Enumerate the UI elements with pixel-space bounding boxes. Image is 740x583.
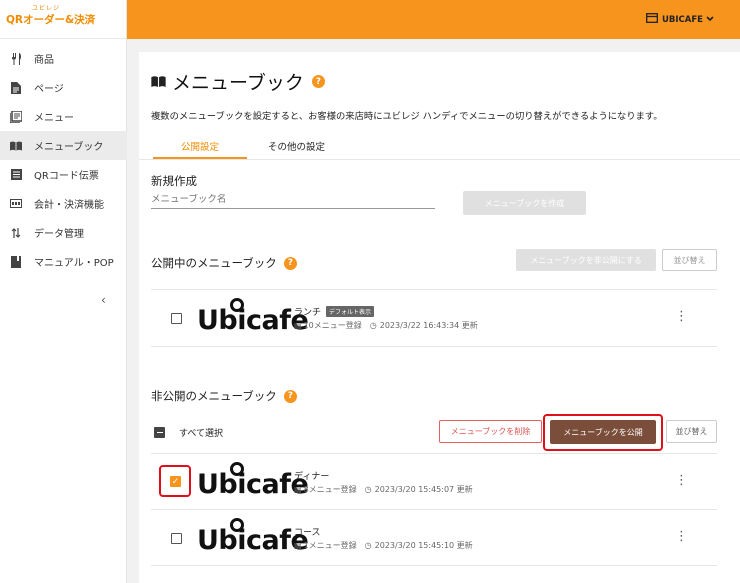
sort-published-button[interactable]: 並び替え <box>662 249 717 271</box>
store-icon <box>646 13 662 26</box>
sidebar: ユビレジ QRオーダー&決済 商品 ページ メニュー メニューブック QRコード… <box>0 0 127 583</box>
page-icon <box>10 81 22 94</box>
more-options-icon[interactable]: ⋮ <box>675 309 688 324</box>
help-icon[interactable]: ? <box>283 256 297 270</box>
row-name: コース <box>294 528 321 538</box>
sidebar-item-label: ページ <box>34 84 64 95</box>
sidebar-item-payment[interactable]: 会計・決済機能 <box>0 189 127 218</box>
sort-icon <box>10 227 22 239</box>
clock-icon: ◷ <box>364 541 372 550</box>
row-name: ランチ <box>294 308 322 318</box>
clock-icon: ◷ <box>369 321 377 330</box>
logo-main-text: QRオーダー&決済 <box>6 14 96 26</box>
updated-at: 2023/3/20 15:45:07 更新 <box>374 485 473 494</box>
sidebar-item-menu[interactable]: メニュー <box>0 102 127 131</box>
sidebar-item-manual[interactable]: マニュアル・POP <box>0 247 127 276</box>
menu-list-icon <box>10 110 22 123</box>
chevron-down-icon <box>706 15 718 25</box>
more-options-icon[interactable]: ⋮ <box>675 529 688 544</box>
list-item-unpublished-course[interactable]: Ubicafe コース ▤ 1メニュー登録 ◷ 2023/3/20 15:45:… <box>139 510 740 566</box>
unpublish-menubook-button[interactable]: メニューブックを非公開にする <box>516 249 656 271</box>
book-icon <box>10 140 22 152</box>
sort-unpublished-button[interactable]: 並び替え <box>666 420 717 443</box>
publish-button-highlight <box>543 414 663 451</box>
sidebar-item-menubook[interactable]: メニューブック <box>0 131 127 160</box>
manual-icon <box>10 255 22 268</box>
page-title-text: メニューブック <box>172 72 304 94</box>
ubicafe-logo: Ubicafe <box>197 518 309 556</box>
store-name: UBICAFE <box>662 14 703 25</box>
collapse-sidebar-button[interactable]: ‹ <box>101 293 106 307</box>
sidebar-item-label: メニューブック <box>34 142 104 153</box>
ubicafe-logo: Ubicafe <box>197 462 309 500</box>
published-heading-text: 公開中のメニューブック <box>151 256 277 270</box>
create-heading: 新規作成 <box>151 174 197 188</box>
book-icon: ▤ <box>294 485 302 494</box>
sidebar-item-qr-receipt[interactable]: QRコード伝票 <box>0 160 127 189</box>
menu-count: 1メニュー登録 <box>303 541 357 550</box>
row-name: ディナー <box>294 472 330 482</box>
row-title: ランチ デフォルト表示 <box>294 305 375 318</box>
row-meta: ▤ 1メニュー登録 ◷ 2023/3/20 15:45:10 更新 <box>294 540 473 551</box>
clock-icon: ◷ <box>364 485 372 494</box>
published-heading: 公開中のメニューブック ? <box>151 255 297 271</box>
sidebar-item-products[interactable]: 商品 <box>0 44 127 73</box>
select-all[interactable]: すべて選択 <box>154 426 223 439</box>
updated-at: 2023/3/22 16:43:34 更新 <box>379 321 478 330</box>
sidebar-item-data[interactable]: データ管理 <box>0 218 127 247</box>
divider <box>151 565 717 566</box>
more-options-icon[interactable]: ⋮ <box>675 473 688 488</box>
sidebar-item-label: データ管理 <box>34 229 84 240</box>
receipt-icon <box>10 169 22 181</box>
delete-menubook-button[interactable]: メニューブックを削除 <box>439 420 542 443</box>
tab-publish-settings[interactable]: 公開設定 <box>181 139 219 153</box>
help-icon[interactable]: ? <box>311 75 325 88</box>
menubook-name-input[interactable] <box>151 194 435 209</box>
row-meta: ▤ 8メニュー登録 ◷ 2023/3/20 15:45:07 更新 <box>294 484 473 495</box>
book-icon: ▤ <box>294 541 302 550</box>
create-menubook-button[interactable]: メニューブックを作成 <box>463 191 586 215</box>
default-badge: デフォルト表示 <box>326 306 375 317</box>
fork-knife-icon <box>10 52 22 65</box>
logo-small-text: ユビレジ <box>32 5 61 12</box>
sidebar-item-pages[interactable]: ページ <box>0 73 127 102</box>
select-all-label: すべて選択 <box>179 429 224 439</box>
list-item-published-lunch[interactable]: Ubicafe ランチ デフォルト表示 ▤ 10メニュー登録 ◷ 2023/3/… <box>139 290 740 346</box>
help-icon[interactable]: ? <box>283 389 297 403</box>
divider <box>151 346 717 347</box>
sidebar-item-label: メニュー <box>34 113 74 124</box>
unpublished-heading: 非公開のメニューブック ? <box>151 388 297 404</box>
list-item-unpublished-dinner[interactable]: ✓ Ubicafe ディナー ▤ 8メニュー登録 ◷ 2023/3/20 15:… <box>139 454 740 510</box>
book-icon: ▤ <box>294 321 302 330</box>
sidebar-item-label: QRコード伝票 <box>34 171 99 182</box>
main-card: メニューブック ? 複数のメニューブックを設定すると、お客様の来店時にユビレジ … <box>139 52 740 583</box>
menu-count: 8メニュー登録 <box>303 485 357 494</box>
page-description: 複数のメニューブックを設定すると、お客様の来店時にユビレジ ハンディでメニューの… <box>151 111 663 122</box>
tab-other-settings[interactable]: その他の設定 <box>268 139 325 153</box>
checkbox-highlight <box>159 465 191 497</box>
updated-at: 2023/3/20 15:45:10 更新 <box>374 541 473 550</box>
book-icon <box>151 76 166 87</box>
app-logo[interactable]: ユビレジ QRオーダー&決済 <box>0 0 126 39</box>
ubicafe-logo: Ubicafe <box>197 298 309 336</box>
row-meta: ▤ 10メニュー登録 ◷ 2023/3/22 16:43:34 更新 <box>294 320 478 331</box>
page-title: メニューブック ? <box>151 68 325 95</box>
top-header: UBICAFE <box>127 0 740 39</box>
sidebar-item-label: マニュアル・POP <box>34 258 114 269</box>
tabs-divider <box>139 159 740 160</box>
payment-icon <box>10 198 22 210</box>
sidebar-item-label: 商品 <box>34 55 54 66</box>
store-selector[interactable]: UBICAFE <box>646 13 718 26</box>
select-all-checkbox[interactable] <box>154 427 165 438</box>
menu-count: 10メニュー登録 <box>303 321 362 330</box>
sidebar-item-label: 会計・決済機能 <box>34 200 104 211</box>
unpublished-heading-text: 非公開のメニューブック <box>151 389 277 403</box>
row-checkbox[interactable] <box>171 313 182 324</box>
row-checkbox[interactable] <box>171 533 182 544</box>
